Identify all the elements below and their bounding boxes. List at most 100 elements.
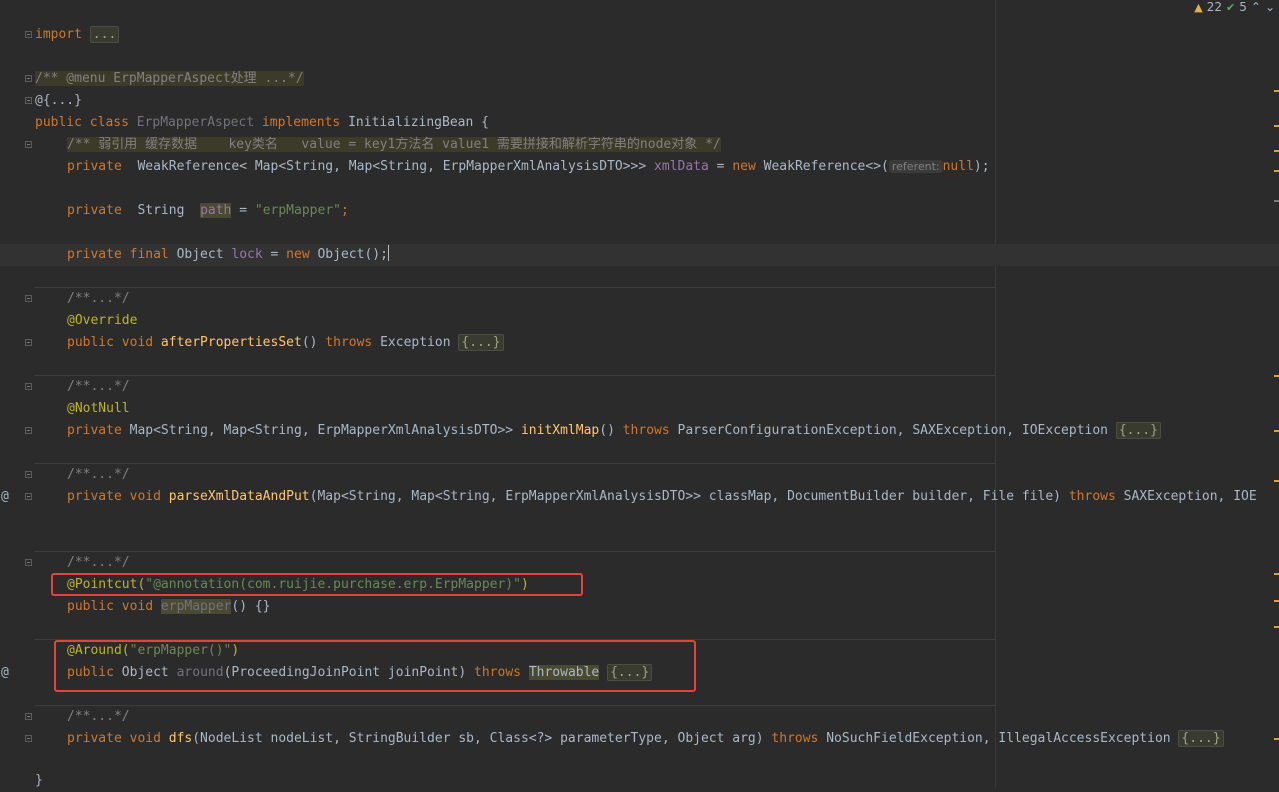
text-caret bbox=[387, 245, 389, 261]
code-line-menu-comment[interactable]: /** @menu ErpMapperAspect处理 ...*/ bbox=[0, 68, 1279, 90]
fold-toggle-icon[interactable] bbox=[25, 31, 32, 38]
inspection-status[interactable]: ▲ 22 ✔ 5 ⌃ ⌄ bbox=[1194, 0, 1275, 14]
code-line-path-field[interactable]: private String path = "erpMapper"; bbox=[0, 200, 1279, 222]
method-name: initXmlMap bbox=[520, 423, 600, 438]
code-line-doc4[interactable]: /**...*/ bbox=[0, 552, 1279, 574]
params: classMap, DocumentBuilder builder, File … bbox=[700, 489, 1069, 504]
fold-toggle-icon[interactable] bbox=[25, 713, 32, 720]
import-keyword: import bbox=[35, 27, 82, 42]
error-stripe-mark[interactable] bbox=[1274, 430, 1279, 432]
exception-types: NoSuchFieldException, IllegalAccessExcep… bbox=[826, 731, 1171, 746]
folded-body[interactable]: {...} bbox=[458, 334, 504, 351]
fold-toggle-icon[interactable] bbox=[25, 427, 32, 434]
pointcut-highlight-box bbox=[51, 573, 583, 596]
code-line-erp-mapper[interactable]: public void erpMapper() {} bbox=[0, 596, 1279, 618]
field-name: xmlData bbox=[654, 159, 709, 174]
punctuation: ; bbox=[340, 203, 349, 218]
code-line-init-xml-map[interactable]: private Map<String, Map<String, ErpMappe… bbox=[0, 420, 1279, 442]
fold-toggle-icon[interactable] bbox=[25, 471, 32, 478]
fold-toggle-icon[interactable] bbox=[25, 735, 32, 742]
at-gutter-icon[interactable]: @ bbox=[1, 662, 9, 684]
error-stripe-mark[interactable] bbox=[1274, 200, 1279, 202]
code-line-doc1[interactable]: /**...*/ bbox=[0, 288, 1279, 310]
implements-keyword: implements bbox=[261, 115, 341, 130]
code-line-notnull[interactable]: @NotNull bbox=[0, 398, 1279, 420]
error-stripe-mark[interactable] bbox=[1274, 626, 1279, 628]
fold-toggle-icon[interactable] bbox=[25, 339, 32, 346]
exception-types: SAXException, IOE bbox=[1123, 489, 1257, 504]
code-line-after-properties-set[interactable]: public void afterPropertiesSet() throws … bbox=[0, 332, 1279, 354]
modifier: private bbox=[67, 159, 122, 174]
throws-keyword: throws bbox=[771, 731, 819, 746]
fold-toggle-icon[interactable] bbox=[25, 295, 32, 302]
field-name: path bbox=[200, 203, 232, 218]
code-line-class-close[interactable]: } bbox=[0, 770, 1279, 792]
code-line-doc5[interactable]: /**...*/ bbox=[0, 706, 1279, 728]
method-name: afterPropertiesSet bbox=[160, 335, 302, 350]
class-modifiers: public class bbox=[35, 115, 129, 130]
error-stripe-mark[interactable] bbox=[1274, 150, 1279, 152]
annotation: @NotNull bbox=[67, 401, 130, 416]
error-stripe-mark[interactable] bbox=[1274, 90, 1279, 92]
punctuation: ); bbox=[973, 159, 990, 174]
folded-doc-comment[interactable]: /**...*/ bbox=[67, 467, 130, 482]
folded-annotations[interactable]: @{...} bbox=[35, 93, 82, 108]
at-gutter-icon[interactable]: @ bbox=[1, 486, 9, 508]
error-stripe-mark[interactable] bbox=[1274, 170, 1279, 172]
method-body: () {} bbox=[231, 599, 271, 614]
fold-toggle-icon[interactable] bbox=[25, 97, 32, 104]
type: >> bbox=[497, 423, 514, 438]
override-gutter-icon[interactable] bbox=[0, 337, 7, 347]
operator: = bbox=[708, 159, 733, 174]
type: Map bbox=[348, 159, 373, 174]
folded-body[interactable]: {...} bbox=[1178, 730, 1224, 747]
prev-highlight-icon[interactable]: ⌃ bbox=[1251, 0, 1261, 14]
folded-doc-comment[interactable]: /**...*/ bbox=[67, 709, 130, 724]
exception-type: Exception bbox=[380, 335, 451, 350]
new-keyword: new bbox=[286, 247, 310, 262]
code-line-weak-field[interactable]: private WeakReference< Map<String, Map<S… bbox=[0, 156, 1279, 178]
throws-keyword: throws bbox=[325, 335, 373, 350]
code-line-override[interactable]: @Override bbox=[0, 310, 1279, 332]
type: WeakReference< bbox=[137, 159, 248, 174]
type: String bbox=[137, 203, 185, 218]
folded-imports[interactable]: ... bbox=[89, 26, 120, 43]
modifier: private bbox=[67, 203, 122, 218]
exception-types: ParserConfigurationException, SAXExcepti… bbox=[677, 423, 1108, 438]
code-line-annotations-folded[interactable]: @{...} bbox=[0, 90, 1279, 112]
next-highlight-icon[interactable]: ⌄ bbox=[1265, 0, 1275, 14]
code-line-dfs[interactable]: private void dfs(NodeList nodeList, Stri… bbox=[0, 728, 1279, 750]
error-stripe-mark[interactable] bbox=[1274, 738, 1279, 740]
fold-toggle-icon[interactable] bbox=[25, 383, 32, 390]
method-name: parseXmlDataAndPut bbox=[168, 489, 310, 504]
error-stripe-mark[interactable] bbox=[1274, 600, 1279, 602]
code-line-parse-xml[interactable]: @ private void parseXmlDataAndPut(Map<St… bbox=[0, 486, 1279, 508]
code-line-class-decl[interactable]: public class ErpMapperAspect implements … bbox=[0, 112, 1279, 134]
menu-doc-comment: /** @menu ErpMapperAspect处理 ...*/ bbox=[35, 71, 304, 86]
error-stripe-mark[interactable] bbox=[1274, 125, 1279, 127]
error-stripe-mark[interactable] bbox=[1274, 480, 1279, 482]
around-highlight-box bbox=[54, 640, 696, 692]
folded-doc-comment[interactable]: /**...*/ bbox=[67, 291, 130, 306]
code-line-doc2[interactable]: /**...*/ bbox=[0, 376, 1279, 398]
code-line-import[interactable]: import ... bbox=[0, 24, 1279, 46]
folded-doc-comment[interactable]: /**...*/ bbox=[67, 379, 130, 394]
code-line-lock-field[interactable]: private final Object lock = new Object()… bbox=[0, 244, 1279, 266]
fold-toggle-icon[interactable] bbox=[25, 75, 32, 82]
fold-toggle-icon[interactable] bbox=[25, 559, 32, 566]
error-stripe-mark[interactable] bbox=[1274, 573, 1279, 575]
type: Map<String, bbox=[129, 423, 224, 438]
folded-body[interactable]: {...} bbox=[1115, 422, 1161, 439]
code-line-weak-comment[interactable]: /** 弱引用 缓存数据 key类名 value = key1方法名 value… bbox=[0, 134, 1279, 156]
operator: = bbox=[262, 247, 287, 262]
ok-count: 5 bbox=[1239, 0, 1247, 14]
error-stripe-mark[interactable] bbox=[1274, 375, 1279, 377]
code-line-doc3[interactable]: /**...*/ bbox=[0, 464, 1279, 486]
type: Map bbox=[254, 159, 279, 174]
closing-brace: } bbox=[35, 773, 43, 788]
fold-toggle-icon[interactable] bbox=[25, 493, 32, 500]
warning-icon: ▲ bbox=[1194, 0, 1203, 14]
fold-toggle-icon[interactable] bbox=[25, 141, 32, 148]
type: Object bbox=[176, 247, 224, 262]
folded-doc-comment[interactable]: /**...*/ bbox=[67, 555, 130, 570]
